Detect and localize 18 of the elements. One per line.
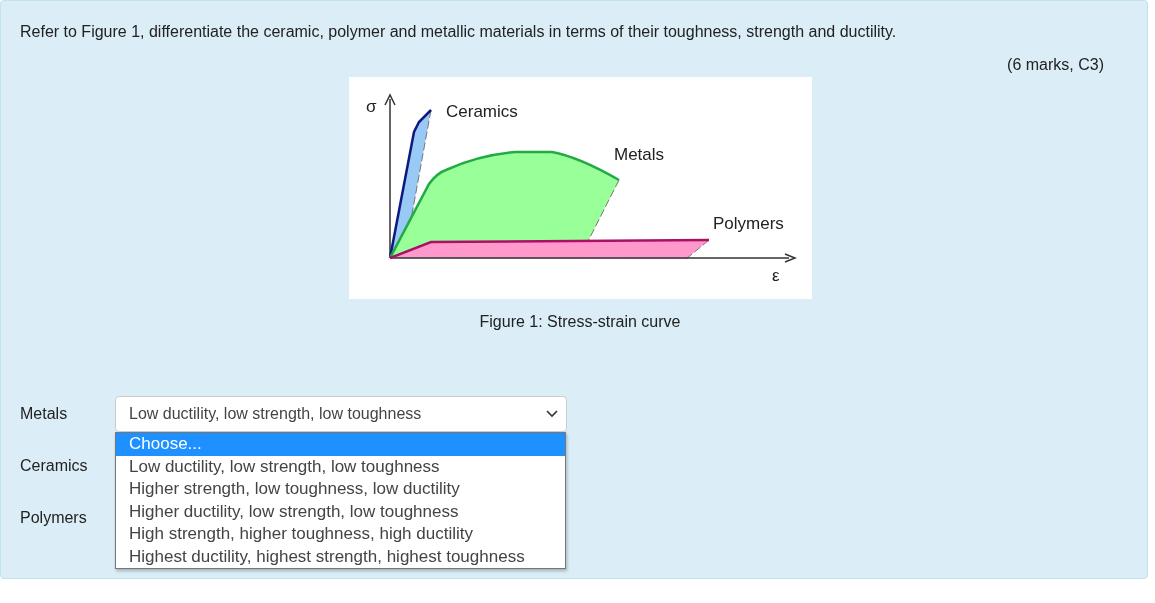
curve-label: Polymers [712, 214, 784, 233]
question-text: Refer to Figure 1, differentiate the ceramic, polymer and metallic materials in terms of their toughness, strength and ductility. [20, 22, 898, 42]
figure-caption: Figure 1: Stress-strain curve [479, 312, 681, 332]
curve-label: Metals [613, 145, 664, 164]
axis-label: ε [771, 266, 780, 285]
answer-label: Metals [20, 405, 69, 423]
curve-label: Ceramics [445, 102, 518, 121]
marks-text: (6 marks, C3) [1006, 55, 1104, 75]
chevron-icon [546, 410, 558, 418]
dropdown-option[interactable]: Low ductility, low strength, low toughness [116, 455, 565, 478]
dropdown-option[interactable]: Higher strength, low toughness, low ductility [116, 478, 565, 501]
answer-dropdown[interactable]: Low ductility, low strength, low toughness [115, 396, 567, 432]
dropdown-option[interactable]: Highest ductility, highest strength, highest toughness [116, 545, 565, 568]
axis-label: σ [365, 97, 376, 116]
answer-label: Ceramics [20, 457, 89, 475]
dropdown-option[interactable]: Higher ductility, low strength, low toughness [116, 500, 565, 523]
dropdown-option[interactable]: High strength, higher toughness, high ductility [116, 523, 565, 546]
answer-label: Polymers [20, 509, 88, 527]
